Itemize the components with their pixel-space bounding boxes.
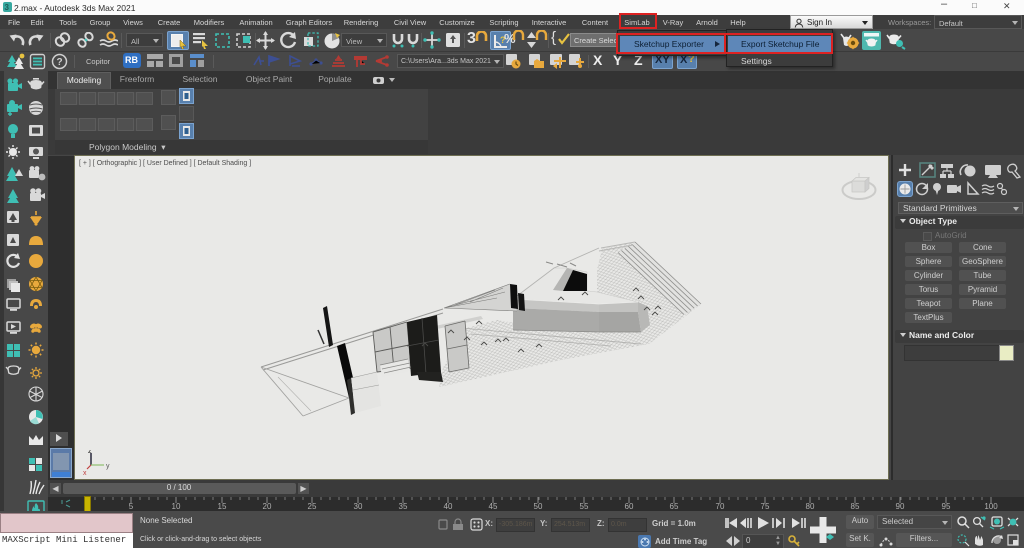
svg-text:75: 75 (761, 502, 770, 511)
svg-text:3: 3 (5, 3, 10, 12)
svg-text:5: 5 (129, 502, 134, 511)
svg-text:10: 10 (172, 502, 181, 511)
svg-text:20: 20 (263, 502, 272, 511)
svg-text:90: 90 (896, 502, 905, 511)
svg-text:40: 40 (444, 502, 453, 511)
svg-text:45: 45 (489, 502, 498, 511)
svg-text:95: 95 (942, 502, 951, 511)
svg-text:85: 85 (851, 502, 860, 511)
svg-text:25: 25 (308, 502, 317, 511)
svg-text:55: 55 (580, 502, 589, 511)
svg-text:80: 80 (806, 502, 815, 511)
svg-text:100: 100 (984, 502, 998, 511)
svg-text:65: 65 (670, 502, 679, 511)
svg-text:35: 35 (399, 502, 408, 511)
svg-text:50: 50 (534, 502, 543, 511)
svg-text:15: 15 (218, 502, 227, 511)
svg-text:60: 60 (625, 502, 634, 511)
svg-text:70: 70 (716, 502, 725, 511)
svg-text:30: 30 (354, 502, 363, 511)
